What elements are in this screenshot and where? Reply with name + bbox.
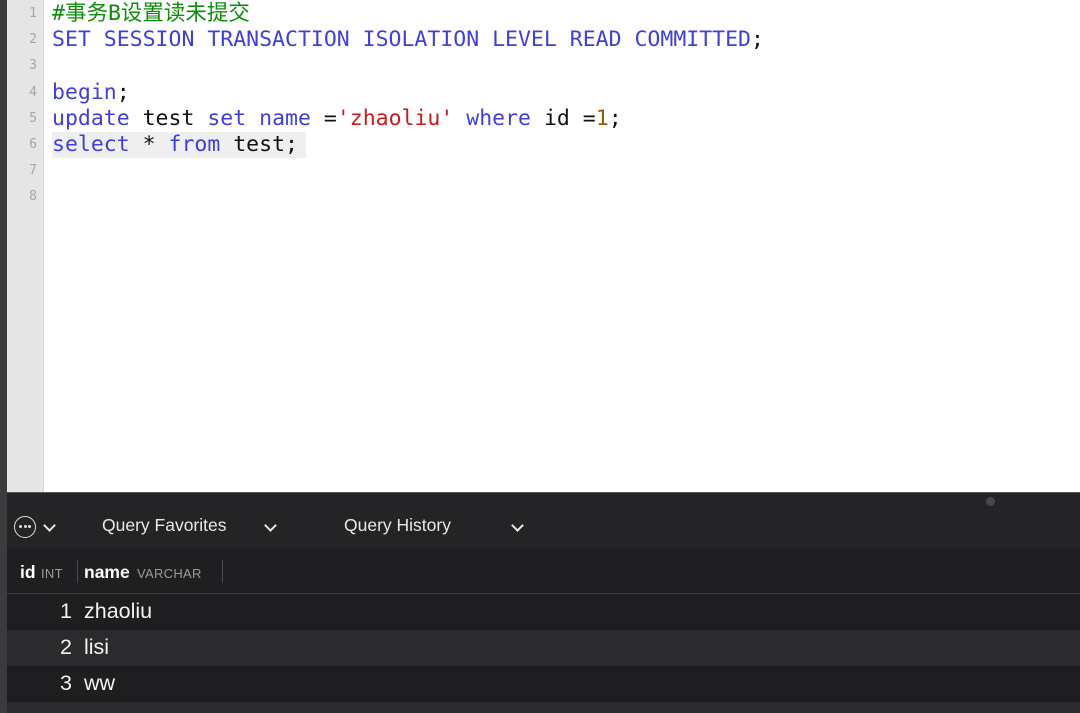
favorites-chevron-down-icon[interactable]: [264, 519, 277, 532]
line-number: 3: [29, 58, 37, 74]
ellipsis-circle-icon[interactable]: [14, 516, 36, 538]
code-token: SET SESSION TRANSACTION ISOLATION LEVEL …: [52, 27, 751, 53]
code-token: begin: [52, 79, 117, 105]
line-number: 5: [29, 110, 37, 126]
cell-id: 2: [60, 635, 72, 659]
line-number-gutter: 1 2 3 4 5 6 7 8: [7, 0, 44, 492]
cell-name: ww: [84, 671, 116, 695]
code-token: update: [52, 105, 130, 131]
line-number: 1: [29, 6, 37, 21]
code-token: ;: [116, 79, 130, 105]
window-edge: [0, 0, 7, 713]
code-line[interactable]: begin;: [52, 80, 130, 106]
code-token: #事务B设置读未提交: [52, 1, 250, 26]
code-token: from: [168, 132, 221, 157]
code-token: *: [129, 132, 169, 157]
line-number: 2: [29, 32, 37, 48]
column-type-id: INT: [41, 566, 63, 581]
code-token: 1: [595, 105, 609, 131]
line-number: 7: [29, 163, 37, 179]
code-line[interactable]: SET SESSION TRANSACTION ISOLATION LEVEL …: [52, 27, 764, 53]
code-token: test;: [220, 132, 298, 157]
query-favorites-button[interactable]: Query Favorites: [102, 515, 226, 536]
column-divider[interactable]: [77, 560, 78, 583]
cell-id: 1: [60, 599, 72, 623]
cell-id: 3: [60, 671, 72, 695]
line-number: 6: [29, 137, 37, 152]
code-line[interactable]: update test set name ='zhaoliu' where id…: [52, 106, 622, 132]
code-token: =: [310, 105, 337, 131]
column-header-id[interactable]: id: [20, 562, 36, 583]
line-number: 4: [29, 84, 37, 100]
history-chevron-down-icon[interactable]: [511, 519, 524, 532]
column-type-name: VARCHAR: [137, 566, 202, 581]
query-toolbar: Query Favorites Query History: [7, 492, 1080, 549]
table-row-empty: [7, 702, 1080, 713]
query-history-button[interactable]: Query History: [344, 515, 451, 536]
code-line[interactable]: #事务B设置读未提交: [52, 1, 250, 27]
chevron-down-icon[interactable]: [43, 519, 56, 532]
cell-name: zhaoliu: [84, 599, 153, 623]
code-line-current[interactable]: select * from test;: [52, 132, 306, 158]
code-token: 'zhaoliu': [336, 105, 454, 131]
table-row[interactable]: 2 lisi: [7, 630, 1080, 666]
line-number: 8: [29, 189, 37, 205]
column-header-name[interactable]: name: [84, 562, 130, 583]
table-row[interactable]: 3 ww: [7, 666, 1080, 702]
code-token: test: [129, 105, 208, 131]
code-token: set: [207, 105, 247, 131]
table-row[interactable]: 1 zhaoliu: [7, 594, 1080, 630]
cell-name: lisi: [84, 635, 110, 659]
code-token: ;: [750, 27, 764, 53]
column-divider[interactable]: [222, 560, 223, 583]
results-header: id INT name VARCHAR: [7, 548, 1080, 594]
code-token: select: [52, 132, 130, 157]
sql-editor[interactable]: 1 2 3 4 5 6 7 8 #事务B设置读未提交 SET SESSION TRANSACTI…: [7, 0, 1080, 492]
code-token: id =: [531, 105, 596, 131]
resize-handle[interactable]: [986, 497, 995, 506]
code-token: name: [259, 105, 311, 131]
code-token: where: [466, 105, 531, 131]
code-token: ;: [608, 105, 622, 131]
